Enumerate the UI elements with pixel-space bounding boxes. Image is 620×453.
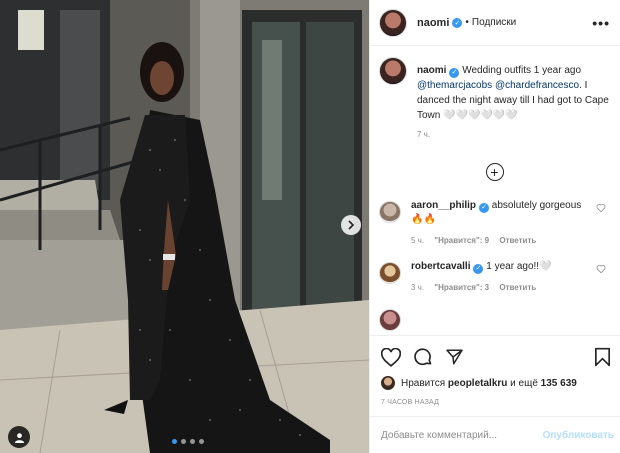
comment-item: aaron__philip ✓ absolutely gorgeous 🔥🔥 5 …	[379, 199, 610, 248]
heart-icon[interactable]	[596, 264, 606, 274]
likes-summary[interactable]: Нравится peopletalkru и ещё 135 639	[381, 376, 611, 390]
post-caption: naomi ✓ Wedding outfits 1 year ago @thema…	[379, 57, 610, 139]
comment-username[interactable]: robertcavalli	[411, 261, 470, 272]
comments-list[interactable]: naomi ✓ Wedding outfits 1 year ago @thema…	[370, 47, 620, 335]
comment-time: 3 ч.	[411, 283, 425, 292]
like-button[interactable]	[381, 347, 401, 367]
reply-button[interactable]: Ответить	[499, 236, 536, 245]
carousel-dot	[190, 439, 195, 444]
comment-item	[379, 307, 610, 331]
verified-icon: ✓	[473, 264, 484, 274]
following-button[interactable]: Подписки	[472, 17, 516, 28]
photo-scene	[0, 0, 369, 453]
caption-time: 7 ч.	[417, 130, 431, 139]
comment-input[interactable]	[381, 429, 543, 441]
next-photo-button[interactable]	[341, 215, 361, 235]
carousel-dot	[181, 439, 186, 444]
avatar[interactable]	[379, 8, 407, 37]
post-actions: Нравится peopletalkru и ещё 135 639 7 ЧА…	[370, 335, 620, 406]
carousel-indicator	[172, 439, 204, 444]
user-tag-icon	[14, 432, 24, 443]
caption-username[interactable]: naomi	[417, 65, 446, 76]
show-tags-button[interactable]	[8, 426, 30, 448]
likes-prefix: Нравится	[401, 377, 446, 389]
avatar[interactable]	[379, 262, 401, 284]
comment-item: robertcavalli ✓ 1 year ago!!🤍 3 ч. "Нрави…	[379, 260, 610, 295]
avatar[interactable]	[379, 57, 407, 85]
likes-count[interactable]: 135 639	[541, 378, 577, 389]
mention-link[interactable]: @chardefrancesco	[495, 80, 579, 91]
liker-username[interactable]: peopletalkru	[448, 378, 507, 389]
share-icon	[446, 349, 463, 365]
chevron-right-icon	[348, 220, 355, 230]
posted-time: 7 ЧАСОВ НАЗАД	[381, 399, 440, 406]
publish-button[interactable]: Опубликовать	[543, 430, 614, 441]
plus-circle-icon: +	[485, 163, 504, 181]
caption-text: Wedding outfits 1 year ago	[462, 65, 582, 76]
post-side-panel: naomi ✓ • Подписки ••• naomi ✓ Wedding ou…	[369, 0, 620, 453]
comment-text: 1 year ago!!🤍	[486, 261, 552, 272]
heart-icon[interactable]	[596, 203, 606, 213]
reply-button[interactable]: Ответить	[499, 283, 536, 292]
comment-time: 5 ч.	[411, 236, 425, 245]
verified-icon: ✓	[479, 203, 490, 213]
avatar[interactable]	[379, 201, 401, 223]
comment-username[interactable]: aaron__philip	[411, 200, 476, 211]
post-photo[interactable]	[0, 0, 369, 453]
comment-button[interactable]	[413, 347, 433, 367]
bookmark-icon	[594, 347, 610, 367]
verified-icon: ✓	[452, 17, 463, 28]
save-button[interactable]	[594, 347, 611, 367]
likes-and-more: и ещё	[510, 377, 538, 389]
share-button[interactable]	[445, 348, 464, 366]
post-header: naomi ✓ • Подписки •••	[370, 0, 620, 46]
author-username[interactable]: naomi	[417, 17, 449, 29]
mention-link[interactable]: @themarcjacobs	[417, 80, 492, 91]
add-comment-bar: Опубликовать	[370, 416, 620, 453]
avatar	[381, 376, 395, 390]
comment-likes[interactable]: "Нравится": 9	[434, 236, 489, 245]
heart-icon	[381, 347, 401, 367]
comment-icon	[414, 348, 432, 366]
comment-likes[interactable]: "Нравится": 3	[434, 283, 489, 292]
verified-icon: ✓	[449, 67, 460, 78]
load-more-comments[interactable]: +	[379, 163, 610, 181]
more-icon[interactable]: •••	[592, 16, 610, 30]
avatar[interactable]	[379, 309, 401, 331]
carousel-dot-active	[172, 439, 177, 444]
separator: •	[465, 17, 469, 28]
carousel-dot	[199, 439, 204, 444]
